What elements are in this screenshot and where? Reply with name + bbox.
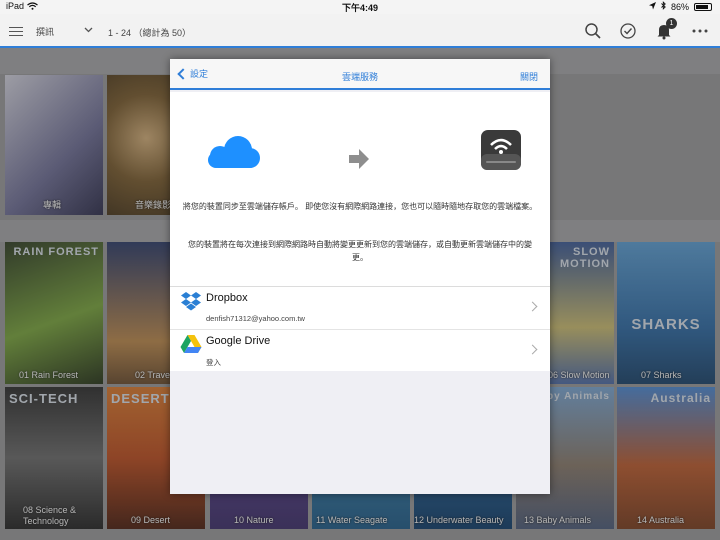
service-name: Google Drive xyxy=(206,335,271,347)
cloud-drive-icon xyxy=(480,128,522,177)
select-check-icon[interactable] xyxy=(619,22,637,40)
category-selector[interactable]: 撰訊 xyxy=(36,25,54,38)
notification-badge: 1 xyxy=(666,18,677,29)
close-button[interactable]: 關閉 xyxy=(520,70,538,83)
chevron-right-icon xyxy=(527,344,538,355)
service-login: 登入 xyxy=(206,358,221,367)
google-drive-icon xyxy=(180,334,202,354)
cloud-icon xyxy=(204,132,264,177)
app-toolbar: 撰訊 1 - 24 （總計為 50） 1 xyxy=(0,14,720,48)
dropbox-icon xyxy=(180,291,202,311)
service-row-google-drive[interactable]: Google Drive 登入 xyxy=(170,329,550,371)
more-options-icon[interactable] xyxy=(691,22,709,40)
dialog-title: 雲端服務 xyxy=(341,72,378,82)
auto-update-description: 您的裝置將在每次連接到網際網路時自動將變更更新到您的雲端儲存，或自動更新雲端儲存… xyxy=(188,240,532,262)
service-row-dropbox[interactable]: Dropbox denfish71312@yahoo.com.tw xyxy=(170,287,550,329)
status-time: 下午4:49 xyxy=(341,3,378,13)
service-name: Dropbox xyxy=(206,292,248,304)
location-icon xyxy=(648,1,656,12)
sync-illustration-panel: 將您的裝置同步至雲端儲存帳戶。 即使您沒有網際網路連接，您也可以隨時隨地存取您的… xyxy=(170,92,550,286)
battery-icon xyxy=(694,2,712,11)
sync-description: 將您的裝置同步至雲端儲存帳戶。 即使您沒有網際網路連接，您也可以隨時隨地存取您的… xyxy=(182,202,538,211)
status-right: 86% xyxy=(648,1,712,12)
arrow-right-icon xyxy=(348,148,370,175)
chevron-down-icon[interactable] xyxy=(84,25,93,35)
bluetooth-icon xyxy=(661,1,666,12)
cloud-services-dialog: 設定 雲端服務 關閉 將您的裝置同步至雲端儲存帳戶。 即使您沒有網際網路連接，您… xyxy=(170,59,550,494)
status-bar: iPad 下午4:49 86% xyxy=(0,0,720,14)
notification-bell-icon[interactable]: 1 xyxy=(655,18,677,40)
service-account: denfish71312@yahoo.com.tw xyxy=(206,314,305,323)
battery-percent: 86% xyxy=(670,1,689,12)
item-range-label: 1 - 24 （總計為 50） xyxy=(108,28,192,38)
chevron-right-icon xyxy=(527,301,538,312)
dialog-nav-bar: 設定 雲端服務 關閉 xyxy=(170,59,550,90)
menu-icon[interactable] xyxy=(9,27,23,36)
cloud-service-list: Dropbox denfish71312@yahoo.com.tw Google… xyxy=(170,286,550,371)
search-icon[interactable] xyxy=(584,22,602,40)
